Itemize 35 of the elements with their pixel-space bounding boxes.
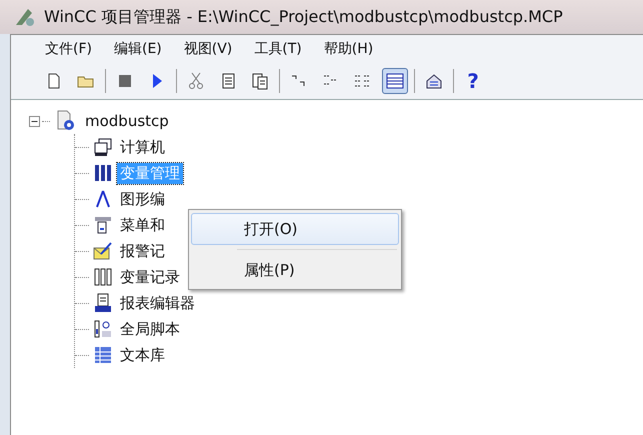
tree-item[interactable]: 图形编	[117, 188, 168, 210]
menu-item[interactable]: 帮助(H)	[324, 40, 374, 58]
printer-icon	[93, 293, 113, 313]
computer-icon	[93, 137, 113, 157]
script-icon	[93, 319, 113, 339]
bars-icon	[93, 163, 113, 183]
stop-icon	[116, 72, 134, 90]
details-icon	[386, 72, 404, 90]
tree-item[interactable]: 变量记录	[117, 266, 183, 288]
toolbar-button[interactable]	[382, 68, 408, 94]
menu-item[interactable]: 文件(F)	[45, 40, 92, 58]
tree-item[interactable]: 菜单和	[117, 214, 168, 236]
app-logo-icon	[14, 7, 36, 27]
scissors-icon	[187, 72, 205, 90]
tree-item[interactable]: 计算机	[117, 136, 168, 158]
help-button[interactable]: ?	[460, 68, 486, 94]
tree-item[interactable]: modbustcp	[82, 111, 172, 131]
compass-icon	[93, 189, 113, 209]
window-title: WinCC 项目管理器 - E:\WinCC_Project\modbustcp\modbustcp.MCP	[44, 6, 563, 28]
paste-icon	[251, 72, 269, 90]
tree-item[interactable]: 全局脚本	[117, 318, 183, 340]
tree-item[interactable]: 报警记	[117, 240, 168, 262]
collapse-toggle[interactable]	[29, 116, 40, 126]
menu-item[interactable]: 工具(T)	[254, 40, 302, 58]
context-menu-item[interactable]: 打开(O)	[191, 213, 399, 245]
context-menu-item[interactable]: 属性(P)	[191, 254, 399, 286]
envelope-pen-icon	[93, 241, 113, 261]
tree-item[interactable]: 文本库	[117, 344, 168, 366]
table-icon	[93, 345, 113, 365]
columns-icon	[93, 267, 113, 287]
menu-toolbar-icon	[93, 215, 113, 235]
menu-item[interactable]: 视图(V)	[184, 40, 232, 58]
menu-item[interactable]: 编辑(E)	[114, 40, 162, 58]
properties-icon	[425, 72, 443, 90]
tree-item[interactable]: 报表编辑器	[117, 292, 198, 314]
